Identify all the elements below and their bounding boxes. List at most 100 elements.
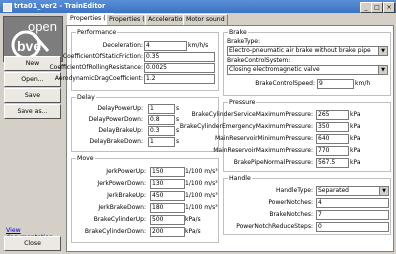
- jerk-power-up-unit: 1/100 m/s³: [185, 168, 218, 175]
- brake-cylinder-down-label: BrakeCylinderDown:: [84, 228, 146, 235]
- bc-service-max-unit: kPa: [350, 111, 361, 118]
- pressure-title: Pressure: [228, 99, 257, 106]
- rolling-resistance-label: CoefficientOfRollingResistance:: [49, 64, 143, 71]
- move-title: Move: [76, 155, 95, 162]
- power-notch-reduce-steps-label: PowerNotchReduceSteps:: [236, 223, 313, 230]
- brake-control-system-label: BrakeControlSystem:: [227, 57, 291, 64]
- bp-normal-label: BrakePipeNormalPressure:: [233, 159, 313, 166]
- jerk-power-down-label: JerkPowerDown:: [97, 180, 146, 187]
- delay-brake-up-unit: s: [176, 127, 180, 134]
- drag-coefficient-label: AerodynamicDragCoefficient:: [54, 75, 143, 82]
- title-bar: trta01_ver2 - TrainEditor _ □ ×: [0, 0, 396, 13]
- brake-cylinder-down-input[interactable]: 200: [150, 227, 185, 237]
- handle-type-value: Separated: [318, 187, 349, 194]
- jerk-brake-up-input[interactable]: 450: [150, 191, 185, 201]
- bc-service-max-label: BrakeCylinderServiceMaximumPressure:: [191, 111, 313, 118]
- mr-max-input[interactable]: 770: [316, 146, 349, 156]
- tab-motor-sound[interactable]: Motor sound: [183, 14, 228, 25]
- delay-brake-up-label: DelayBrakeUp:: [98, 127, 143, 134]
- chevron-down-icon: ▼: [378, 66, 387, 74]
- chevron-down-icon: ▼: [379, 187, 388, 195]
- deceleration-label: Deceleration:: [102, 42, 143, 49]
- brake-notches-input[interactable]: 7: [316, 210, 389, 220]
- window-title: trta01_ver2 - TrainEditor: [14, 2, 106, 10]
- bc-emergency-max-input[interactable]: 350: [316, 122, 349, 132]
- save-button[interactable]: Save: [4, 88, 61, 103]
- chevron-down-icon: ▼: [378, 47, 387, 55]
- bp-normal-input[interactable]: 567.5: [316, 158, 349, 168]
- brake-cylinder-up-input[interactable]: 500: [150, 215, 185, 225]
- mr-max-unit: kPa: [350, 147, 361, 154]
- app-icon: [3, 3, 12, 12]
- performance-group: Performance Deceleration: 4 km/h/s Coeff…: [49, 29, 219, 91]
- properties-panel: Performance Deceleration: 4 km/h/s Coeff…: [49, 25, 394, 252]
- brake-control-system-value: Closing electromagnetic valve: [229, 66, 320, 73]
- delay-power-up-input[interactable]: 1: [148, 104, 175, 114]
- delay-brake-down-label: DelayBrakeDown:: [89, 138, 143, 145]
- delay-power-down-label: DelayPowerDown:: [88, 116, 143, 123]
- maximize-button[interactable]: □: [371, 2, 383, 13]
- power-notches-input[interactable]: 4: [316, 198, 389, 208]
- power-notch-reduce-steps-input[interactable]: 0: [316, 222, 389, 232]
- brake-notches-label: BrakeNotches:: [269, 211, 313, 218]
- open-button[interactable]: Open...: [4, 72, 61, 87]
- save-as-button[interactable]: Save as...: [4, 104, 61, 119]
- static-friction-label: CoefficientOfStaticFriction:: [62, 53, 143, 60]
- logo-text-open: open: [28, 19, 57, 34]
- jerk-brake-up-label: JerkBrakeUp:: [107, 192, 146, 199]
- mr-max-label: MainReservoirMaximumPressure:: [213, 147, 313, 154]
- bc-service-max-input[interactable]: 265: [316, 110, 349, 120]
- brake-type-select[interactable]: Electro-pneumatic air brake without brak…: [227, 46, 388, 56]
- delay-power-down-unit: s: [176, 116, 180, 123]
- jerk-brake-up-unit: 1/100 m/s³: [185, 192, 218, 199]
- brake-type-label: BrakeType:: [227, 38, 261, 45]
- jerk-brake-down-label: JerkBrakeDown:: [98, 204, 146, 211]
- brake-group: Brake BrakeType: Electro-pneumatic air b…: [223, 29, 391, 96]
- power-notches-label: PowerNotches:: [268, 199, 313, 206]
- brake-control-system-select[interactable]: Closing electromagnetic valve ▼: [227, 65, 388, 75]
- brake-control-speed-unit: km/h: [355, 80, 371, 87]
- performance-title: Performance: [76, 29, 118, 36]
- handle-group: Handle HandleType: Separated ▼ PowerNotc…: [223, 175, 391, 235]
- rolling-resistance-input[interactable]: 0.0025: [144, 63, 215, 73]
- brake-cylinder-up-unit: kPa/s: [185, 216, 201, 223]
- handle-title: Handle: [228, 175, 252, 182]
- brake-control-speed-input[interactable]: 9: [317, 79, 354, 89]
- deceleration-unit: km/h/s: [188, 42, 209, 49]
- delay-power-up-unit: s: [176, 105, 180, 112]
- logo-text-bve: bve: [17, 38, 42, 54]
- pressure-group: Pressure BrakeCylinderServiceMaximumPres…: [180, 99, 391, 172]
- bc-emergency-max-unit: kPa: [350, 123, 361, 130]
- sidebar: open bve New Open... Save Save as... Vie…: [0, 13, 66, 254]
- brake-cylinder-down-unit: kPa/s: [185, 228, 201, 235]
- jerk-power-down-unit: 1/100 m/s³: [185, 180, 218, 187]
- mr-min-unit: kPa: [350, 135, 361, 142]
- handle-type-label: HandleType:: [276, 187, 313, 194]
- bp-normal-unit: kPa: [350, 159, 361, 166]
- mr-min-input[interactable]: 640: [316, 134, 349, 144]
- jerk-power-down-input[interactable]: 130: [150, 179, 185, 189]
- jerk-power-up-label: JerkPowerUp:: [106, 168, 146, 175]
- brake-cylinder-up-label: BrakeCylinderUp:: [93, 216, 146, 223]
- handle-type-select[interactable]: Separated ▼: [316, 186, 389, 196]
- delay-brake-down-input[interactable]: 1: [148, 137, 175, 147]
- delay-power-up-label: DelayPowerUp:: [97, 105, 143, 112]
- bc-emergency-max-label: BrakeCylinderEmergencyMaximumPressure:: [179, 123, 313, 130]
- static-friction-input[interactable]: 0.35: [144, 52, 215, 62]
- delay-brake-down-unit: s: [176, 138, 180, 145]
- jerk-brake-down-input[interactable]: 180: [150, 203, 185, 213]
- deceleration-input[interactable]: 4: [144, 41, 187, 51]
- close-button[interactable]: Close: [4, 236, 61, 251]
- mr-min-label: MainReservoirMinimumPressure:: [214, 135, 313, 142]
- drag-coefficient-input[interactable]: 1.2: [144, 74, 215, 84]
- delay-title: Delay: [76, 94, 96, 101]
- jerk-power-up-input[interactable]: 150: [150, 167, 185, 177]
- jerk-brake-down-unit: 1/100 m/s³: [185, 204, 218, 211]
- delay-brake-up-input[interactable]: 0.3: [148, 126, 175, 136]
- close-window-button[interactable]: ×: [383, 2, 395, 13]
- brake-control-speed-label: BrakeControlSpeed:: [255, 80, 315, 87]
- brake-title: Brake: [228, 29, 248, 36]
- train-editor-window: trta01_ver2 - TrainEditor _ □ × open bve…: [0, 0, 396, 254]
- delay-power-down-input[interactable]: 0.8: [148, 115, 175, 125]
- brake-type-value: Electro-pneumatic air brake without brak…: [229, 47, 371, 54]
